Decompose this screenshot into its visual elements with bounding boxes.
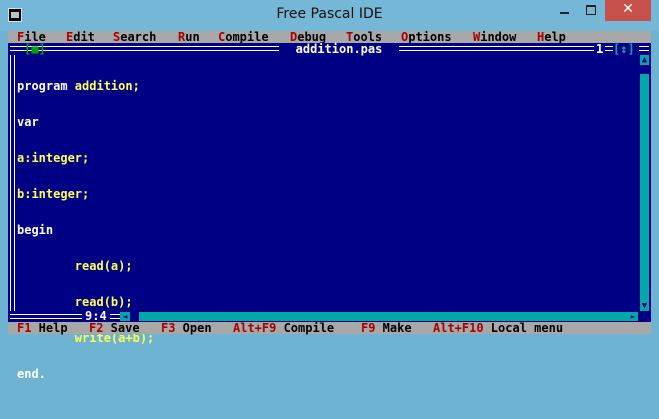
- menu-label: indow: [480, 30, 517, 44]
- minimize-button[interactable]: [551, 0, 578, 21]
- scroll-left-arrow-icon[interactable]: ◄: [120, 312, 130, 321]
- close-icon: ✕: [622, 1, 634, 17]
- status-key: F3: [161, 321, 176, 335]
- status-bar: F1 Help F2 Save F3 Open Alt+F9 Compile F…: [8, 322, 651, 334]
- code-identifier: read(b);: [74, 295, 133, 309]
- menu-label: elp: [544, 30, 566, 44]
- code-line: end.: [17, 368, 637, 380]
- code-line: read(b);: [17, 296, 637, 308]
- status-label: Local menu: [483, 321, 564, 335]
- code-keyword: program: [17, 79, 75, 93]
- code-line: begin: [17, 224, 637, 236]
- status-key: F9: [361, 321, 376, 335]
- menu-label: dit: [73, 30, 95, 44]
- code-keyword: begin: [17, 223, 54, 237]
- editor-window-number: 1: [594, 42, 606, 56]
- status-compile[interactable]: Alt+F9 Compile: [233, 322, 334, 334]
- scroll-up-arrow-icon[interactable]: ▲: [640, 55, 649, 65]
- code-line: var: [17, 116, 637, 128]
- scroll-down-arrow-icon[interactable]: ▼: [640, 301, 649, 311]
- code-identifier: addition;: [74, 79, 140, 93]
- status-key: F1: [17, 321, 32, 335]
- status-help[interactable]: F1 Help: [17, 322, 68, 334]
- status-save[interactable]: F2 Save: [89, 322, 140, 334]
- code-line: program addition;: [17, 80, 637, 92]
- vertical-scroll-thumb[interactable]: [640, 65, 649, 74]
- status-key: Alt+F10: [433, 321, 484, 335]
- window-titlebar: Free Pascal IDE ✕: [0, 0, 659, 31]
- code-identifier: read(a);: [74, 259, 133, 273]
- horizontal-scroll-thumb[interactable]: [130, 312, 139, 321]
- editor-window: [■] addition.pas 1 [↕] program addition;…: [8, 43, 651, 380]
- menu-label: ptions: [408, 30, 452, 44]
- menu-window[interactable]: Window: [473, 31, 516, 43]
- status-make[interactable]: F9 Make: [361, 322, 412, 334]
- ide-client-area: File Edit Search Run Compile Debug Tools…: [8, 31, 651, 380]
- code-area[interactable]: program addition; var a:integer; b:integ…: [17, 56, 637, 404]
- code-line: a:integer;: [17, 152, 637, 164]
- menu-run[interactable]: Run: [178, 31, 200, 43]
- status-key: Alt+F9: [233, 321, 277, 335]
- status-label: Compile: [276, 321, 335, 335]
- menu-label: earch: [120, 30, 157, 44]
- editor-left-border: [10, 55, 15, 311]
- close-button[interactable]: ✕: [605, 0, 651, 21]
- status-label: Help: [31, 321, 68, 335]
- code-identifier: a:integer;: [17, 151, 90, 165]
- status-local-menu[interactable]: Alt+F10 Local menu: [433, 322, 563, 334]
- code-line: b:integer;: [17, 188, 637, 200]
- code-keyword: var: [17, 115, 39, 129]
- editor-top-frame: [■] addition.pas 1 [↕]: [8, 43, 651, 55]
- status-label: Make: [375, 321, 412, 335]
- status-open[interactable]: F3 Open: [161, 322, 212, 334]
- editor-file-title: addition.pas: [279, 43, 399, 55]
- scroll-right-arrow-icon[interactable]: ►: [628, 312, 638, 321]
- menu-compile[interactable]: Compile: [218, 31, 269, 43]
- code-line: read(a);: [17, 260, 637, 272]
- status-label: Open: [175, 321, 212, 335]
- horizontal-scrollbar[interactable]: ◄ ►: [120, 312, 638, 321]
- menu-label: ompile: [225, 30, 269, 44]
- menu-label: un: [185, 30, 200, 44]
- vertical-scrollbar[interactable]: ▲ ▼: [640, 55, 649, 311]
- menu-edit[interactable]: Edit: [66, 31, 95, 43]
- code-identifier: b:integer;: [17, 187, 90, 201]
- menu-options[interactable]: Options: [401, 31, 452, 43]
- menu-help[interactable]: Help: [537, 31, 566, 43]
- status-label: Save: [103, 321, 140, 335]
- status-key: F2: [89, 321, 104, 335]
- editor-zoom-box[interactable]: [↕]: [613, 43, 639, 55]
- editor-close-box[interactable]: [■]: [24, 43, 46, 55]
- menu-search[interactable]: Search: [113, 31, 156, 43]
- maximize-button[interactable]: [578, 0, 605, 21]
